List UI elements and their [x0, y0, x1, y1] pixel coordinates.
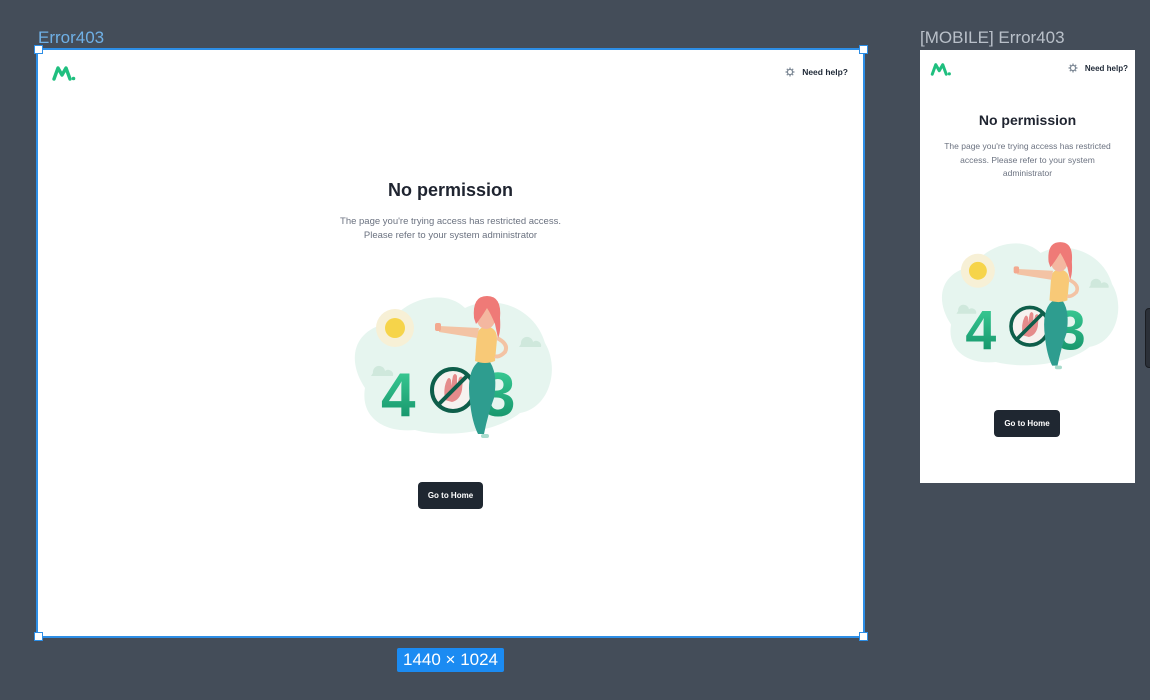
brand-logo-icon[interactable]: [930, 62, 952, 76]
mobile-frame-error403[interactable]: Need help? No permission The page you're…: [920, 50, 1135, 483]
digit-4: 4: [965, 300, 996, 362]
gear-icon: [785, 67, 795, 77]
go-to-home-button[interactable]: Go to Home: [418, 482, 483, 509]
resize-handle-top-left[interactable]: [34, 45, 43, 54]
resize-handle-bottom-left[interactable]: [34, 632, 43, 641]
mobile-frame-label[interactable]: [MOBILE] Error403: [920, 28, 1065, 48]
page-title: No permission: [978, 112, 1077, 128]
error-403-illustration: 4 3: [941, 242, 1119, 370]
frame-size-badge: 1440 × 1024: [397, 648, 505, 672]
subtitle-line-1: The page you're trying access has restri…: [944, 141, 1111, 151]
go-to-home-button[interactable]: Go to Home: [994, 410, 1060, 437]
desktop-frame-error403[interactable]: Need help? No permission The page you're…: [36, 48, 865, 638]
need-help-link[interactable]: Need help?: [1068, 63, 1128, 73]
digit-4: 4: [381, 361, 416, 430]
resize-handle-bottom-right[interactable]: [859, 632, 868, 641]
subtitle-line-2: Please refer to your system administrato…: [363, 230, 538, 241]
side-panel-toggle[interactable]: [1145, 308, 1150, 368]
need-help-label: Need help?: [1084, 63, 1128, 73]
subtitle-line-2: access. Please refer to your system: [960, 154, 1095, 165]
page-title: No permission: [387, 180, 514, 200]
brand-logo-icon[interactable]: [52, 65, 76, 81]
page-subtitle: The page you're trying access has restri…: [930, 140, 1125, 181]
need-help-label: Need help?: [802, 67, 848, 77]
subtitle-line-1: The page you're trying access has restri…: [340, 216, 561, 227]
resize-handle-top-right[interactable]: [859, 45, 868, 54]
error-403-illustration: 4 3: [354, 296, 552, 438]
page-subtitle: The page you're trying access has restri…: [38, 215, 863, 243]
need-help-link[interactable]: Need help?: [785, 67, 848, 77]
desktop-frame-label[interactable]: Error403: [38, 28, 104, 48]
subtitle-line-3: administrator: [1002, 168, 1053, 178]
gear-icon: [1068, 63, 1078, 73]
